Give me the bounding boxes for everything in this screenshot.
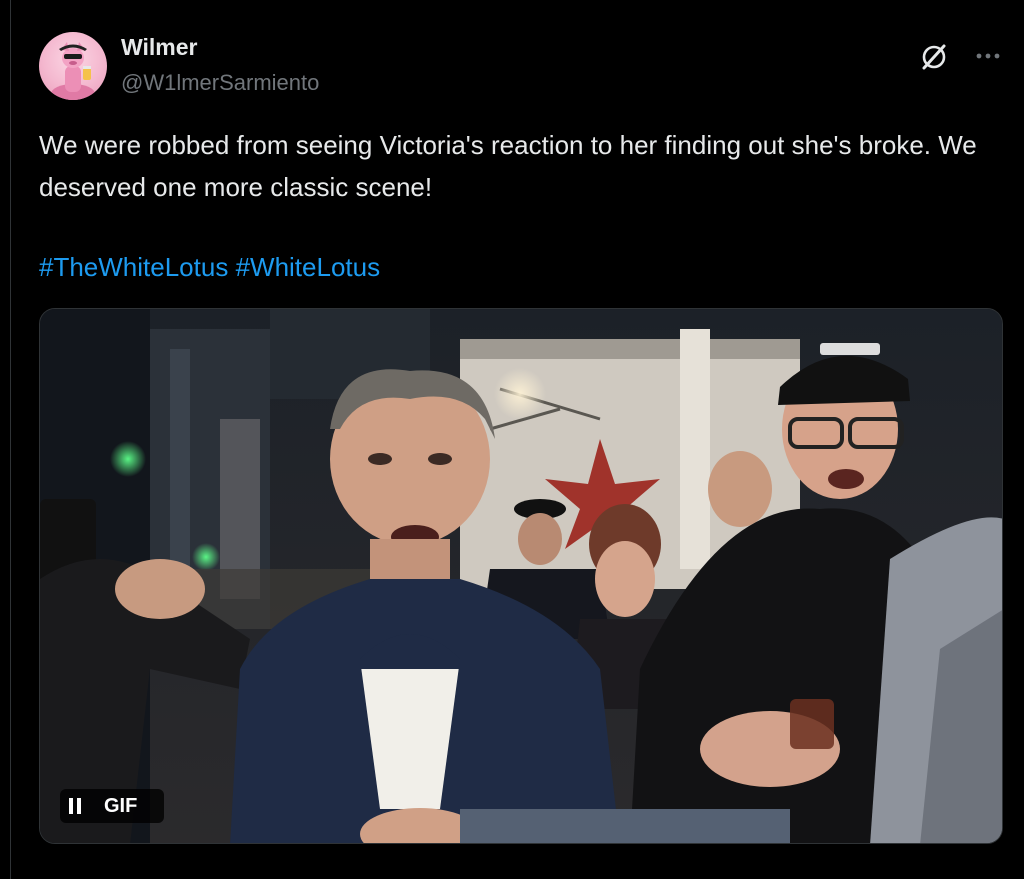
hashtag-link[interactable]: #TheWhiteLotus	[39, 252, 228, 282]
avatar[interactable]	[39, 32, 107, 100]
gif-media[interactable]: GIF	[39, 308, 1003, 844]
tweet[interactable]: Wilmer @W1lmerSarmiento We were robbed f…	[10, 0, 1024, 879]
pink-panther-avatar-icon	[51, 42, 95, 100]
gif-label: GIF	[104, 794, 138, 817]
grok-icon[interactable]	[917, 40, 951, 74]
author-name[interactable]: Wilmer	[121, 34, 197, 61]
gif-frame	[40, 309, 1002, 843]
more-icon[interactable]	[973, 42, 1003, 70]
pause-icon[interactable]	[60, 789, 90, 823]
tweet-text: We were robbed from seeing Victoria's re…	[39, 130, 977, 202]
hashtags: #TheWhiteLotus #WhiteLotus	[39, 246, 380, 288]
gif-badge[interactable]: GIF	[60, 789, 164, 823]
author-handle[interactable]: @W1lmerSarmiento	[121, 70, 319, 96]
hashtag-link[interactable]: #WhiteLotus	[236, 252, 381, 282]
